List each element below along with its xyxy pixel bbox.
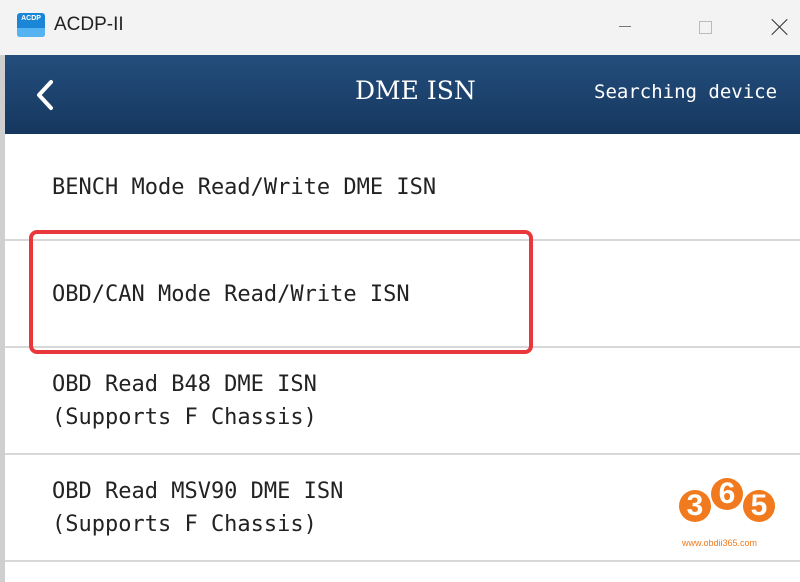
menu-item-bench-mode[interactable]: BENCH Mode Read/Write DME ISN: [5, 134, 800, 241]
watermark-logo: 3 6 5: [676, 478, 780, 534]
chevron-left-icon: [37, 80, 53, 110]
watermark-digit: 6: [711, 478, 743, 510]
menu-item-label: OBD Read MSV90 DME ISN (Supports F Chass…: [52, 475, 343, 541]
app-logo-stripe: [17, 28, 45, 37]
menu-item-obd-read-b48[interactable]: OBD Read B48 DME ISN (Supports F Chassis…: [5, 348, 800, 455]
device-status-text: Searching device: [594, 81, 778, 103]
page-title: DME ISN: [355, 76, 476, 105]
app-header: DME ISN Searching device: [5, 55, 800, 134]
window-titlebar: ACDP ACDP-II: [0, 0, 800, 55]
app-logo-icon: ACDP: [17, 13, 45, 37]
back-button[interactable]: [29, 75, 65, 115]
highlight-box: [29, 230, 533, 354]
watermark-digit: 5: [743, 490, 775, 522]
menu-item-line: BENCH Mode Read/Write DME ISN: [52, 175, 437, 200]
menu-item-label: OBD Read B48 DME ISN (Supports F Chassis…: [52, 368, 317, 434]
minimize-button[interactable]: [605, 9, 645, 45]
watermark-url: www.obdii365.com: [682, 538, 758, 548]
close-button[interactable]: [760, 9, 800, 45]
menu-item-subline: (Supports F Chassis): [52, 405, 317, 430]
app-logo-text: ACDP: [21, 15, 41, 22]
menu-item-label: BENCH Mode Read/Write DME ISN: [52, 171, 436, 204]
obdii365-watermark: 3 6 5 www.obdii365.com: [676, 478, 780, 552]
menu-item-line: OBD Read MSV90 DME ISN: [52, 479, 344, 504]
menu-item-subline: (Supports F Chassis): [52, 512, 317, 537]
watermark-digit: 3: [679, 490, 711, 522]
window-title: ACDP-II: [54, 14, 124, 35]
maximize-button[interactable]: [686, 9, 726, 45]
menu-item-line: OBD Read B48 DME ISN: [52, 372, 317, 397]
